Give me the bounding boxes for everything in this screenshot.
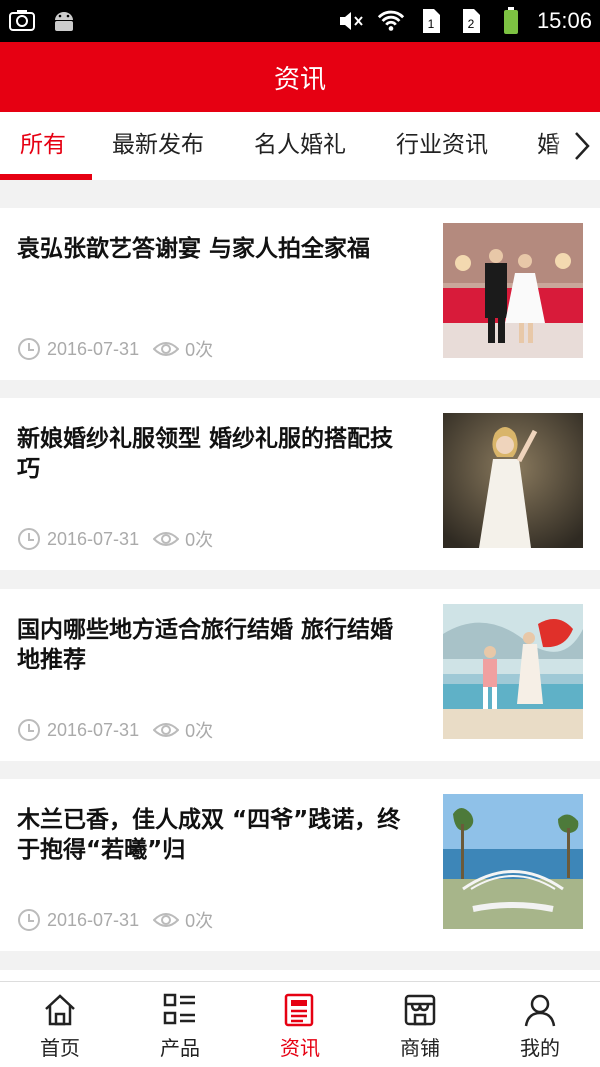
clock-icon [18, 338, 40, 360]
screenshot-icon [8, 6, 36, 34]
nav-store[interactable]: 商铺 [360, 982, 480, 1067]
nav-me-label: 我的 [520, 1036, 560, 1060]
active-tab-indicator [0, 174, 92, 180]
chevron-right-icon [575, 132, 590, 160]
news-title[interactable]: 袁弘张歆艺答谢宴 与家人拍全家福 [17, 234, 409, 264]
news-meta: 2016-07-31 0次 [17, 526, 213, 552]
news-icon [284, 993, 314, 1027]
category-tabs: 所有 最新发布 名人婚礼 行业资讯 婚 [0, 112, 600, 180]
user-icon [524, 994, 556, 1027]
news-item[interactable]: 木兰已香，佳人成双 “四爷”践诺，终于抱得“若曦”归 2016-07-31 0次 [0, 779, 600, 951]
battery-icon [497, 7, 525, 35]
status-bar: 1 2 15:06 [0, 0, 600, 42]
tabs-scroll-right[interactable] [552, 112, 600, 180]
clock-icon [18, 719, 40, 741]
news-date: 2016-07-31 [47, 909, 140, 930]
tab-latest[interactable]: 最新发布 [112, 112, 204, 180]
eye-icon [153, 532, 180, 546]
svg-text:1: 1 [428, 17, 435, 31]
bottom-nav: 首页 产品 资讯 商铺 我的 [0, 981, 600, 1067]
news-item-partial [0, 970, 600, 981]
eye-icon [153, 723, 180, 737]
news-item[interactable]: 国内哪些地方适合旅行结婚 旅行结婚地推荐 2016-07-31 0次 [0, 589, 600, 761]
clock-icon [18, 528, 40, 550]
tab-celebrity-wedding[interactable]: 名人婚礼 [254, 112, 346, 180]
eye-icon [153, 913, 180, 927]
nav-news-label: 资讯 [280, 1036, 320, 1060]
news-views: 0次 [185, 340, 214, 360]
tab-all[interactable]: 所有 [20, 112, 66, 180]
news-title[interactable]: 新娘婚纱礼服领型 婚纱礼服的搭配技巧 [17, 424, 409, 484]
sim2-icon: 2 [457, 7, 485, 35]
header-bar: 资讯 [0, 42, 600, 112]
store-icon [404, 994, 436, 1026]
news-views: 0次 [185, 721, 214, 741]
nav-products-label: 产品 [160, 1036, 200, 1060]
news-views: 0次 [185, 911, 214, 931]
eye-icon [153, 342, 180, 356]
news-meta: 2016-07-31 0次 [17, 717, 213, 743]
news-thumbnail[interactable] [443, 794, 583, 929]
clock-icon [18, 909, 40, 931]
nav-me[interactable]: 我的 [480, 982, 600, 1067]
nav-store-label: 商铺 [400, 1036, 440, 1060]
nav-news[interactable]: 资讯 [240, 982, 360, 1067]
nav-home-label: 首页 [40, 1036, 80, 1060]
news-views: 0次 [185, 530, 214, 550]
android-icon [50, 6, 78, 34]
news-title[interactable]: 国内哪些地方适合旅行结婚 旅行结婚地推荐 [17, 615, 409, 675]
status-time: 15:06 [536, 8, 592, 33]
home-icon [45, 994, 75, 1026]
wifi-icon [377, 7, 405, 35]
svg-text:2: 2 [468, 17, 475, 31]
page-title: 资讯 [273, 64, 326, 95]
news-date: 2016-07-31 [47, 719, 140, 740]
news-thumbnail[interactable] [443, 223, 583, 358]
news-item[interactable]: 新娘婚纱礼服领型 婚纱礼服的搭配技巧 2016-07-31 0次 [0, 398, 600, 570]
news-title[interactable]: 木兰已香，佳人成双 “四爷”践诺，终于抱得“若曦”归 [17, 805, 409, 865]
news-item[interactable]: 袁弘张歆艺答谢宴 与家人拍全家福 2016-07-31 0次 [0, 208, 600, 380]
sim1-icon: 1 [417, 7, 445, 35]
news-date: 2016-07-31 [47, 338, 140, 359]
news-thumbnail[interactable] [443, 604, 583, 739]
news-meta: 2016-07-31 0次 [17, 907, 213, 933]
nav-home[interactable]: 首页 [0, 982, 120, 1067]
news-thumbnail[interactable] [443, 413, 583, 548]
grid-list-icon [163, 993, 195, 1025]
tab-industry-news[interactable]: 行业资讯 [396, 112, 488, 180]
news-date: 2016-07-31 [47, 528, 140, 549]
news-meta: 2016-07-31 0次 [17, 336, 213, 362]
mute-icon [337, 7, 365, 35]
nav-products[interactable]: 产品 [120, 982, 240, 1067]
